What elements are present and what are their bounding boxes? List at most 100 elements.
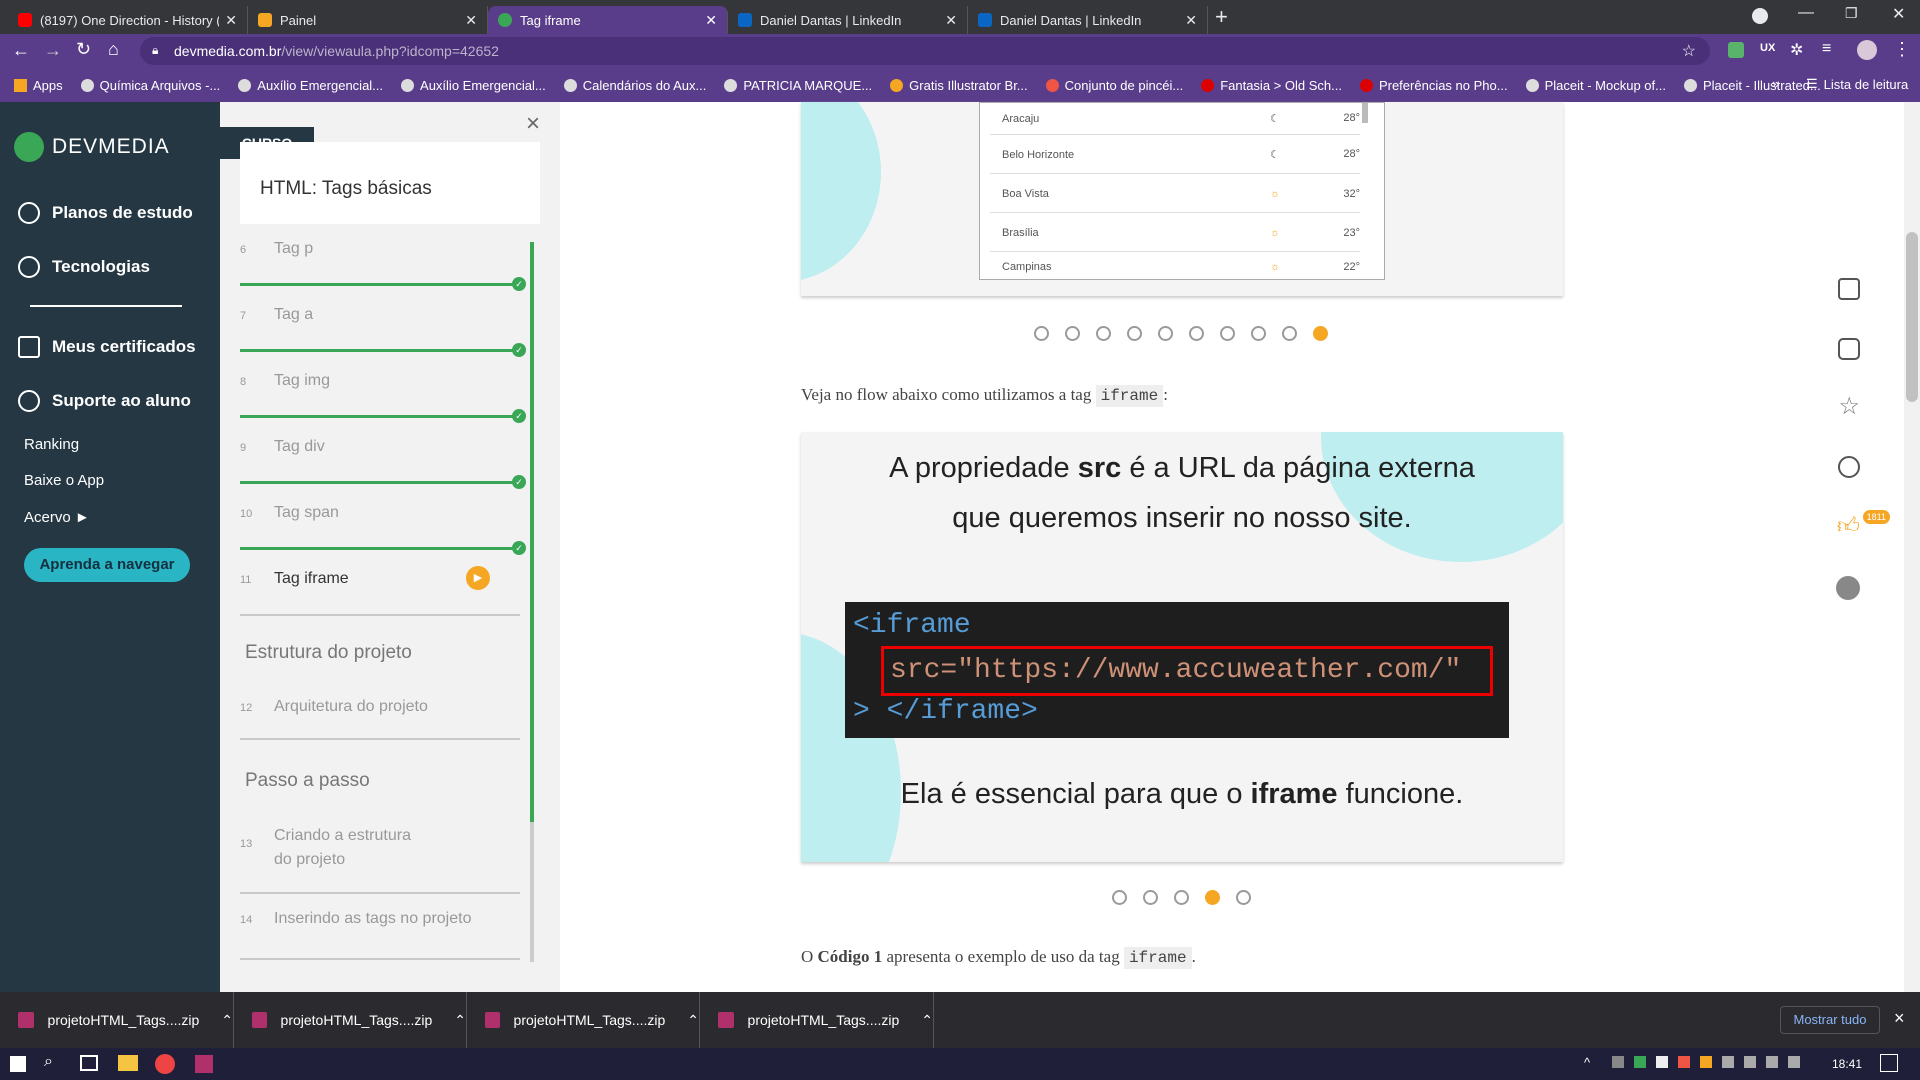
- play-icon[interactable]: ▶: [466, 566, 490, 590]
- lesson-item[interactable]: 9 Tag div ✓: [240, 438, 526, 489]
- lesson-item[interactable]: 6 Tag p ✓: [240, 240, 526, 291]
- winrar-icon[interactable]: [195, 1055, 213, 1073]
- tray-icon[interactable]: [1678, 1056, 1690, 1068]
- nav-meus-certificados[interactable]: Meus certificados: [18, 336, 196, 358]
- extension-icon[interactable]: [1728, 42, 1744, 58]
- download-item[interactable]: projetoHTML_Tags....zip ⌃: [700, 992, 934, 1048]
- close-tab-icon[interactable]: ✕: [945, 12, 957, 29]
- carousel-dot[interactable]: [1220, 326, 1235, 341]
- volume-icon[interactable]: [1766, 1056, 1778, 1068]
- carousel-dot-active[interactable]: [1205, 890, 1220, 905]
- carousel-dot[interactable]: [1189, 326, 1204, 341]
- chevron-up-icon[interactable]: ⌃: [687, 1012, 699, 1029]
- close-panel-icon[interactable]: ×: [526, 110, 540, 138]
- new-tab-button[interactable]: +: [1215, 4, 1228, 30]
- star-icon[interactable]: ☆: [1682, 41, 1696, 61]
- aprenda-a-navegar-button[interactable]: Aprenda a navegar: [24, 548, 190, 582]
- reading-list-button[interactable]: ☰ Lista de leitura: [1806, 76, 1908, 92]
- tray-icon[interactable]: [1612, 1056, 1624, 1068]
- battery-icon[interactable]: [1722, 1056, 1734, 1068]
- network-icon[interactable]: [1744, 1056, 1756, 1068]
- media-icon[interactable]: ≡: [1822, 40, 1831, 58]
- bookmark-item[interactable]: Auxílio Emergencial...: [401, 78, 546, 93]
- back-icon[interactable]: ←: [12, 40, 30, 61]
- carousel-dot[interactable]: [1158, 326, 1173, 341]
- tab-search-icon[interactable]: [1752, 8, 1768, 24]
- close-tab-icon[interactable]: ✕: [705, 12, 717, 29]
- download-item[interactable]: projetoHTML_Tags....zip ⌃: [234, 992, 467, 1048]
- thumbs-up-icon[interactable]: 👍︎: [1837, 512, 1860, 539]
- tab-tag-iframe[interactable]: Tag iframe ✕: [488, 6, 728, 34]
- scrollbar-thumb[interactable]: [1906, 232, 1918, 402]
- file-explorer-icon[interactable]: [118, 1055, 138, 1071]
- lesson-item[interactable]: 14 Inserindo as tags no projeto: [240, 910, 520, 960]
- carousel-dot[interactable]: [1251, 326, 1266, 341]
- bookmark-item[interactable]: Auxílio Emergencial...: [238, 78, 383, 93]
- bookmark-item[interactable]: Conjunto de pincéi...: [1045, 78, 1183, 93]
- bookmark-item[interactable]: Placeit - Illustrated...: [1683, 78, 1821, 93]
- close-downloads-icon[interactable]: ×: [1894, 1008, 1905, 1029]
- bookmark-item[interactable]: Placeit - Mockup of...: [1525, 78, 1666, 93]
- bookmark-apps[interactable]: Apps: [14, 78, 63, 93]
- nav-suporte-ao-aluno[interactable]: Suporte ao aluno: [18, 390, 191, 412]
- avatar[interactable]: [1857, 40, 1877, 60]
- search-icon[interactable]: ⌕: [44, 1053, 53, 1071]
- lesson-item[interactable]: 10 Tag span ✓: [240, 504, 526, 555]
- clock[interactable]: 18:41: [1832, 1057, 1862, 1071]
- carousel-dot[interactable]: [1143, 890, 1158, 905]
- lesson-item[interactable]: 12 Arquitetura do projeto: [240, 698, 520, 740]
- bookmark-item[interactable]: Preferências no Pho...: [1359, 78, 1508, 93]
- bookmarks-more-button[interactable]: »: [1772, 76, 1779, 91]
- nav-tecnologias[interactable]: Tecnologias: [18, 256, 150, 278]
- minimize-icon[interactable]: —: [1798, 4, 1814, 22]
- check-circle-icon[interactable]: [1838, 456, 1860, 478]
- tray-icon[interactable]: [1656, 1056, 1668, 1068]
- carousel-dot[interactable]: [1034, 326, 1049, 341]
- menu-icon[interactable]: ⋮: [1893, 39, 1911, 60]
- nav-planos-de-estudo[interactable]: Planos de estudo: [18, 202, 193, 224]
- devmedia-logo[interactable]: DEVMEDIA: [14, 132, 170, 162]
- download-item[interactable]: projetoHTML_Tags....zip ⌃: [467, 992, 700, 1048]
- nav-ranking[interactable]: Ranking: [24, 436, 79, 453]
- bookmark-item[interactable]: PATRICIA MARQUE...: [724, 78, 872, 93]
- nav-baixe-o-app[interactable]: Baixe o App: [24, 472, 104, 489]
- carousel-dot[interactable]: [1174, 890, 1189, 905]
- address-bar[interactable]: 🔒︎ devmedia.com.br/view/viewaula.php?idc…: [140, 37, 1710, 65]
- restore-icon[interactable]: ❐: [1845, 5, 1858, 22]
- chevron-up-icon[interactable]: ⌃: [454, 1012, 466, 1029]
- tray-icon[interactable]: [1700, 1056, 1712, 1068]
- close-tab-icon[interactable]: ✕: [465, 12, 477, 29]
- tab-painel[interactable]: Painel ✕: [248, 6, 488, 34]
- bookmark-item[interactable]: Calendários do Aux...: [563, 78, 706, 93]
- chrome-icon[interactable]: [155, 1054, 175, 1074]
- notifications-icon[interactable]: [1880, 1054, 1898, 1072]
- carousel-dot[interactable]: [1112, 890, 1127, 905]
- task-view-icon[interactable]: [80, 1055, 98, 1071]
- carousel-dot-active[interactable]: [1313, 326, 1328, 341]
- tray-icon[interactable]: [1634, 1056, 1646, 1068]
- lesson-item[interactable]: 8 Tag img ✓: [240, 372, 526, 423]
- puzzle-icon[interactable]: ✲: [1790, 40, 1803, 60]
- notes-icon[interactable]: [1838, 338, 1860, 360]
- carousel-dot[interactable]: [1127, 326, 1142, 341]
- bookmark-item[interactable]: Gratis Illustrator Br...: [890, 78, 1028, 93]
- carousel-dot[interactable]: [1096, 326, 1111, 341]
- download-item[interactable]: projetoHTML_Tags....zip ⌃: [0, 992, 234, 1048]
- close-tab-icon[interactable]: ✕: [1185, 12, 1197, 29]
- lesson-item-current[interactable]: 11 Tag iframe ▶: [240, 566, 520, 616]
- lesson-item[interactable]: 7 Tag a ✓: [240, 306, 526, 357]
- close-tab-icon[interactable]: ✕: [225, 12, 237, 29]
- chevron-up-icon[interactable]: ⌃: [921, 1012, 933, 1029]
- chevron-up-icon[interactable]: ⌃: [221, 1012, 233, 1029]
- windows-start-icon[interactable]: [10, 1056, 26, 1072]
- reload-icon[interactable]: ↻: [76, 39, 91, 60]
- star-favorite-icon[interactable]: ☆: [1838, 392, 1860, 421]
- lesson-item[interactable]: 13 Criando a estrutura do projeto: [240, 824, 520, 894]
- tab-youtube[interactable]: (8197) One Direction - History (O ✕: [8, 6, 248, 34]
- tab-linkedin-2[interactable]: Daniel Dantas | LinkedIn ✕: [968, 6, 1208, 34]
- carousel-dot[interactable]: [1236, 890, 1251, 905]
- extension-ux-icon[interactable]: UX: [1760, 42, 1775, 54]
- show-all-downloads-button[interactable]: Mostrar tudo: [1780, 1006, 1880, 1034]
- comments-icon[interactable]: [1838, 278, 1860, 300]
- close-window-icon[interactable]: ✕: [1892, 4, 1905, 24]
